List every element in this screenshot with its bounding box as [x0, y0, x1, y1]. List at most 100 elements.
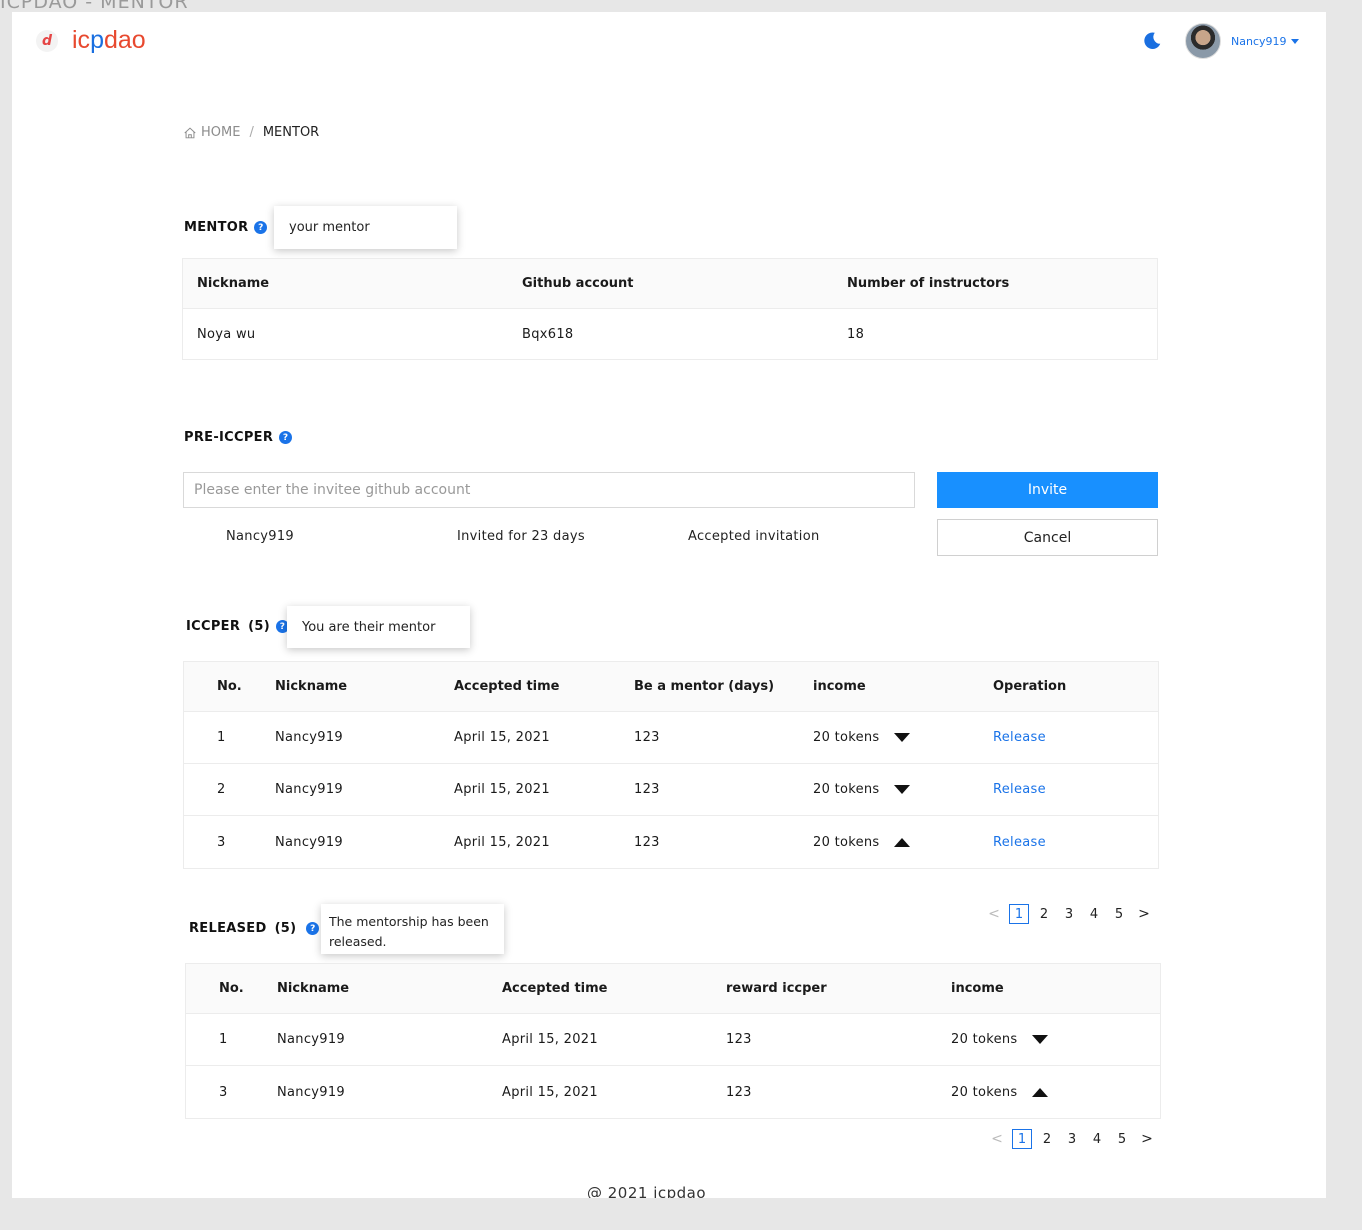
- page-button[interactable]: 4: [1087, 1129, 1107, 1149]
- prev-page-button[interactable]: <: [987, 1129, 1007, 1149]
- help-icon[interactable]: ?: [254, 221, 268, 234]
- row-nickname: Nancy919: [275, 834, 343, 850]
- row-accepted-time: April 15, 2021: [454, 834, 550, 850]
- row-income: 20 tokens: [951, 1085, 1048, 1100]
- mentor-nickname: Noya wu: [197, 326, 256, 342]
- column-header: Nickname: [197, 276, 270, 291]
- column-header: income: [951, 981, 1004, 996]
- page-button[interactable]: 2: [1034, 904, 1054, 924]
- row-nickname: Nancy919: [277, 1032, 345, 1047]
- table-row: 1 Nancy919 April 15, 2021 123 20 tokens: [186, 1014, 1160, 1066]
- home-icon: [184, 127, 196, 138]
- iccper-pagination: < 1 2 3 4 5 >: [984, 904, 1159, 924]
- column-header: Operation: [993, 679, 1067, 694]
- table-row: Noya wu Bqx618 18: [183, 309, 1157, 359]
- row-mentor-days: 123: [634, 834, 660, 850]
- avatar[interactable]: [1185, 23, 1221, 59]
- table-row: 3 Nancy919 April 15, 2021 123 20 tokens: [186, 1066, 1160, 1118]
- column-header: Number of instructors: [847, 276, 1010, 291]
- column-header: No.: [219, 981, 244, 996]
- row-number: 3: [219, 1084, 228, 1100]
- column-header: Github account: [522, 276, 634, 291]
- row-mentor-days: 123: [634, 782, 660, 797]
- breadcrumb-home[interactable]: HOME: [201, 125, 240, 140]
- column-header: Be a mentor (days): [634, 679, 775, 694]
- help-icon[interactable]: ?: [279, 431, 293, 444]
- iccper-count: (5): [248, 619, 270, 634]
- user-name: Nancy919: [1231, 35, 1287, 48]
- mentor-table: Nickname Github account Number of instru…: [182, 258, 1158, 360]
- table-header: Nickname Github account Number of instru…: [183, 259, 1157, 309]
- mentor-title: MENTOR ?: [184, 220, 268, 235]
- row-number: 1: [217, 730, 226, 745]
- mentor-tooltip: your mentor: [274, 206, 457, 249]
- cancel-button[interactable]: Cancel: [937, 519, 1158, 556]
- caret-down-icon[interactable]: [893, 733, 910, 742]
- pre-iccper-title: PRE-ICCPER ?: [184, 430, 293, 445]
- prev-page-button[interactable]: <: [984, 904, 1004, 924]
- caret-down-icon[interactable]: [893, 785, 910, 794]
- column-header: reward iccper: [726, 981, 827, 996]
- row-reward-iccper: 123: [726, 1032, 752, 1047]
- user-menu[interactable]: Nancy919: [1231, 35, 1299, 48]
- row-number: 1: [219, 1032, 228, 1047]
- invitee-name: Nancy919: [226, 529, 294, 544]
- released-table: No. Nickname Accepted time reward iccper…: [185, 963, 1161, 1119]
- released-count: (5): [274, 921, 297, 936]
- row-income: 20 tokens: [813, 835, 910, 850]
- page-button[interactable]: 1: [1009, 904, 1029, 924]
- caret-up-icon[interactable]: [893, 837, 910, 847]
- table-row: 3 Nancy919 April 15, 2021 123 20 tokens …: [184, 816, 1158, 868]
- iccper-title: ICCPER (5) ?: [186, 619, 289, 634]
- row-nickname: Nancy919: [277, 1084, 345, 1100]
- chevron-down-icon: [1290, 39, 1299, 44]
- page-button[interactable]: 3: [1062, 1129, 1082, 1149]
- next-page-button[interactable]: >: [1137, 1129, 1157, 1149]
- row-nickname: Nancy919: [275, 730, 343, 745]
- page-button[interactable]: 5: [1109, 904, 1129, 924]
- row-number: 2: [217, 782, 226, 797]
- page-button[interactable]: 3: [1059, 904, 1079, 924]
- invite-button[interactable]: Invite: [937, 472, 1158, 508]
- help-icon[interactable]: ?: [306, 922, 320, 935]
- row-number: 3: [217, 834, 226, 850]
- row-income: 20 tokens: [813, 782, 910, 797]
- release-link[interactable]: Release: [993, 782, 1046, 797]
- row-accepted-time: April 15, 2021: [502, 1032, 598, 1047]
- next-page-button[interactable]: >: [1134, 904, 1154, 924]
- column-header: Accepted time: [454, 679, 560, 694]
- iccper-table: No. Nickname Accepted time Be a mentor (…: [183, 661, 1159, 869]
- released-tooltip: The mentorship has been released.: [321, 904, 504, 954]
- app-page: d icpdao Nancy919 HOME / MENTOR MENTOR ?…: [12, 12, 1326, 1198]
- logo[interactable]: d icpdao: [36, 26, 146, 55]
- iccper-tooltip: You are their mentor: [287, 606, 470, 648]
- row-accepted-time: April 15, 2021: [502, 1084, 598, 1100]
- row-accepted-time: April 15, 2021: [454, 782, 550, 797]
- page-button[interactable]: 4: [1084, 904, 1104, 924]
- mentor-github: Bqx618: [522, 326, 574, 342]
- column-header: Nickname: [277, 981, 350, 996]
- caret-down-icon[interactable]: [1031, 1035, 1048, 1044]
- page-button[interactable]: 2: [1037, 1129, 1057, 1149]
- moon-icon[interactable]: [1141, 30, 1163, 52]
- invitee-status: Accepted invitation: [688, 529, 820, 544]
- row-income: 20 tokens: [951, 1032, 1048, 1047]
- released-title: RELEASED (5) ?: [189, 921, 320, 936]
- caret-up-icon[interactable]: [1031, 1087, 1048, 1097]
- row-nickname: Nancy919: [275, 782, 343, 797]
- row-mentor-days: 123: [634, 730, 660, 745]
- column-header: income: [813, 679, 866, 694]
- release-link[interactable]: Release: [993, 835, 1046, 850]
- breadcrumb: HOME / MENTOR: [183, 125, 319, 140]
- row-accepted-time: April 15, 2021: [454, 730, 550, 745]
- page-button[interactable]: 1: [1012, 1129, 1032, 1149]
- breadcrumb-current: MENTOR: [262, 125, 320, 140]
- table-header: No. Nickname Accepted time reward iccper…: [186, 964, 1160, 1014]
- release-link[interactable]: Release: [993, 730, 1046, 745]
- table-row: 2 Nancy919 April 15, 2021 123 20 tokens …: [184, 764, 1158, 816]
- column-header: Nickname: [275, 679, 348, 694]
- column-header: No.: [217, 679, 242, 694]
- page-button[interactable]: 5: [1112, 1129, 1132, 1149]
- invitee-github-input[interactable]: [183, 472, 915, 508]
- table-header: No. Nickname Accepted time Be a mentor (…: [184, 662, 1158, 712]
